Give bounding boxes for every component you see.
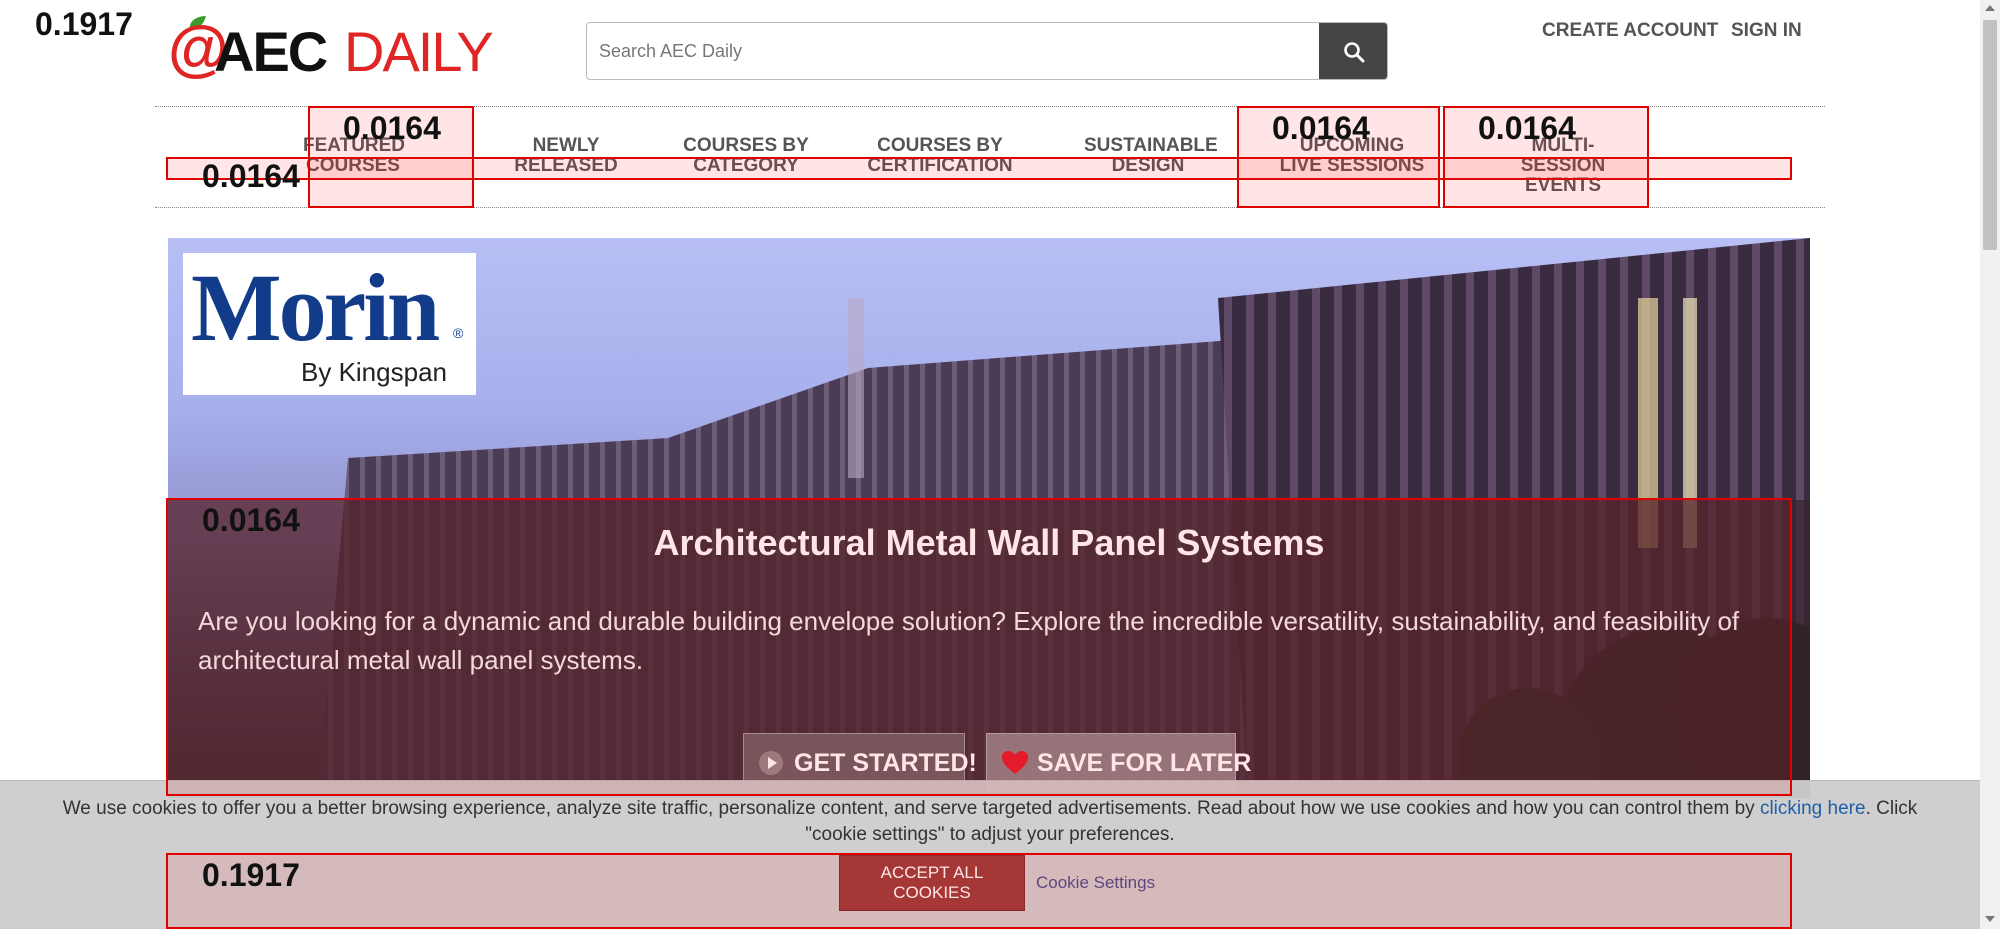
cookie-message: We use cookies to offer you a better bro… bbox=[30, 796, 1950, 848]
nav-label-line1: COURSES BY bbox=[877, 135, 1003, 156]
overlay-cookie-actions bbox=[166, 853, 1792, 929]
sponsor-registered-mark: ® bbox=[453, 325, 464, 341]
search-icon bbox=[1344, 42, 1365, 63]
logo-aec: AEC bbox=[214, 20, 328, 83]
page-scrollbar[interactable] bbox=[1980, 0, 2000, 929]
score-hero-panel: 0.0164 bbox=[202, 502, 300, 538]
scroll-down-arrow-icon[interactable] bbox=[1985, 916, 1995, 922]
sign-in-link[interactable]: SIGN IN bbox=[1731, 20, 1802, 42]
logo-daily: DAILY bbox=[344, 20, 494, 83]
search-button[interactable] bbox=[1319, 23, 1387, 79]
nav-label-line1: NEWLY bbox=[532, 135, 600, 156]
create-account-link[interactable]: CREATE ACCOUNT bbox=[1542, 20, 1718, 42]
score-page: 0.1917 bbox=[35, 6, 133, 42]
cookie-text-before: We use cookies to offer you a better bro… bbox=[62, 798, 1760, 819]
score-multi-session: 0.0164 bbox=[1478, 110, 1576, 146]
sponsor-name: Morin bbox=[191, 254, 440, 361]
score-featured: 0.0164 bbox=[343, 110, 441, 146]
aecdaily-logo[interactable]: @ AEC DAILY bbox=[168, 10, 494, 83]
score-upcoming: 0.0164 bbox=[1272, 110, 1370, 146]
sponsor-logo: Morin ® By Kingspan bbox=[183, 253, 476, 395]
sponsor-tagline: By Kingspan bbox=[301, 357, 447, 387]
cookie-policy-link[interactable]: clicking here bbox=[1760, 798, 1866, 819]
search-input[interactable] bbox=[587, 23, 1319, 79]
scroll-up-arrow-icon[interactable] bbox=[1985, 5, 1995, 11]
nav-label-line1: COURSES BY bbox=[683, 135, 809, 156]
overlay-hero-panel bbox=[166, 498, 1792, 796]
score-cookie-actions: 0.1917 bbox=[202, 857, 300, 893]
scroll-thumb[interactable] bbox=[1983, 20, 1997, 250]
search-bar bbox=[586, 22, 1388, 80]
score-nav-bar: 0.0164 bbox=[202, 158, 300, 194]
nav-label-line1: SUSTAINABLE bbox=[1084, 135, 1218, 156]
